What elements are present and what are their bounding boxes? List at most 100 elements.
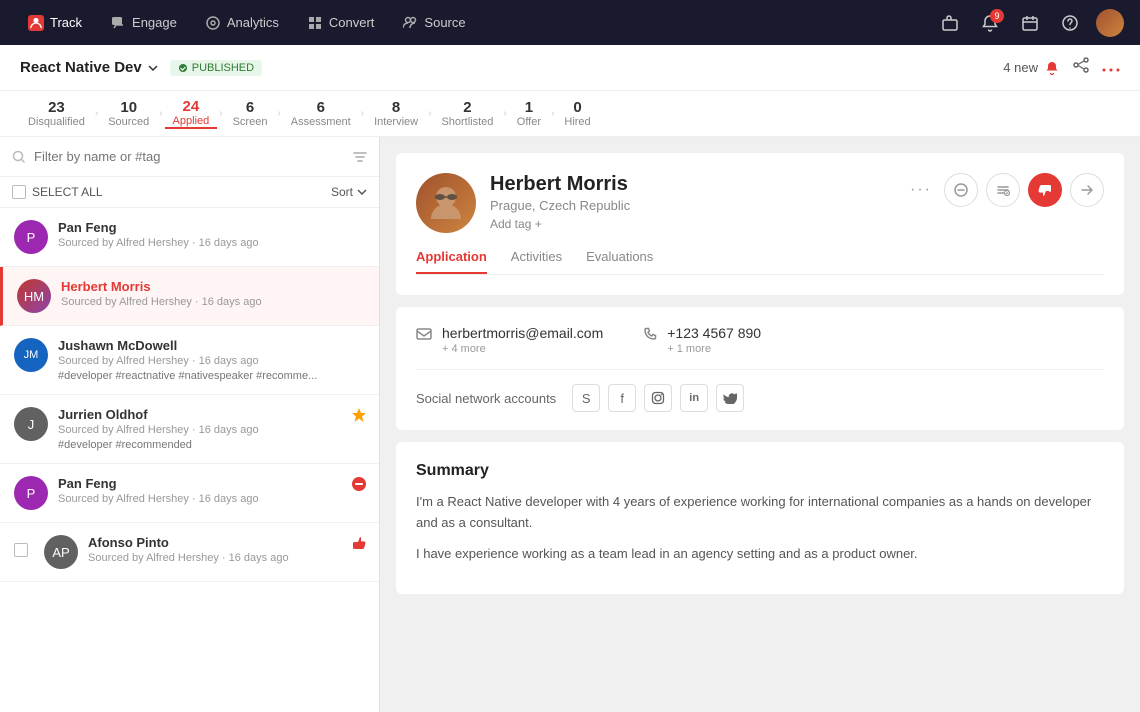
skype-icon[interactable]: S [572,384,600,412]
user-avatar[interactable] [1096,9,1124,37]
select-sort-bar: SELECT ALL Sort [0,177,379,208]
share-button[interactable] [1072,56,1090,79]
stage-count-offer: 1 [517,99,541,116]
checklist-button[interactable] [986,173,1020,207]
select-all-checkbox[interactable] [12,185,26,199]
candidate-header: Herbert Morris Prague, Czech Republic Ad… [416,173,1104,233]
forward-button[interactable] [1070,173,1104,207]
list-item[interactable]: J Jurrien Oldhof Sourced by Alfred Hersh… [0,395,379,464]
tab-application[interactable]: Application [416,249,487,274]
stage-label-screen: Screen [233,116,268,128]
candidate-checkbox[interactable] [14,543,28,557]
list-item[interactable]: JM Jushawn McDowell Sourced by Alfred He… [0,326,379,395]
stage-arrow-3: › [219,108,222,119]
stage-offer[interactable]: 1 Offer [509,99,549,128]
convert-icon [307,15,323,31]
select-all-label[interactable]: SELECT ALL [12,185,103,199]
nav-track[interactable]: Track [16,9,94,37]
candidate-name: Jurrien Oldhof [58,407,365,422]
new-notifications[interactable]: 4 new [1003,60,1060,76]
stage-label-assessment: Assessment [291,116,351,128]
search-input[interactable] [34,149,345,164]
candidate-meta: Sourced by Alfred Hershey · 16 days ago [61,296,365,308]
sort-button[interactable]: Sort [331,185,367,199]
stage-count-hired: 0 [564,99,590,116]
filter-icon[interactable] [353,150,367,164]
list-item[interactable]: P Pan Feng Sourced by Alfred Hershey · 1… [0,208,379,267]
nav-items-left: Track Engage Analytics Convert Source [16,9,478,37]
stage-shortlisted[interactable]: 2 Shortlisted [433,99,501,128]
more-actions-button[interactable]: ··· [906,181,936,199]
list-item[interactable]: AP Afonso Pinto Sourced by Alfred Hershe… [0,523,379,582]
candidate-avatar: HM [17,279,51,313]
stage-arrow-8: › [551,108,554,119]
add-tag-button[interactable]: Add tag + [490,217,630,231]
nav-engage[interactable]: Engage [98,9,189,37]
summary-card: Summary I'm a React Native developer wit… [396,442,1124,594]
stage-arrow-5: › [361,108,364,119]
candidate-phone: +123 4567 890 [667,325,761,341]
nav-track-label: Track [50,15,82,30]
stage-label-disqualified: Disqualified [28,116,85,128]
tab-evaluations[interactable]: Evaluations [586,249,653,274]
email-contact: herbertmorris@email.com + 4 more [416,325,603,355]
more-options-button[interactable] [1102,59,1120,77]
disqualify-button[interactable] [944,173,978,207]
stage-arrow: › [95,108,98,119]
stage-count-disqualified: 23 [28,99,85,116]
stage-count-screen: 6 [233,99,268,116]
candidate-info: Afonso Pinto Sourced by Alfred Hershey ·… [88,535,365,564]
job-subheader: React Native Dev PUBLISHED 4 new [0,45,1140,91]
nav-right-actions: 9 [936,9,1124,37]
main-content: SELECT ALL Sort P Pan Feng Sourced by Al… [0,137,1140,712]
stage-interview[interactable]: 8 Interview [366,99,426,128]
top-navigation: Track Engage Analytics Convert Source [0,0,1140,45]
candidate-full-name: Herbert Morris [490,173,630,196]
nav-source[interactable]: Source [390,9,477,37]
thumbsup-badge [351,535,367,556]
nav-convert[interactable]: Convert [295,9,387,37]
thumbsdown-button[interactable] [1028,173,1062,207]
nav-analytics[interactable]: Analytics [193,9,291,37]
stage-label-interview: Interview [374,116,418,128]
candidate-info: Herbert Morris Sourced by Alfred Hershey… [61,279,365,308]
stage-hired[interactable]: 0 Hired [556,99,598,128]
help-icon[interactable] [1056,9,1084,37]
analytics-icon [205,15,221,31]
search-icon [12,150,26,164]
stage-count-sourced: 10 [108,99,149,116]
stage-sourced[interactable]: 10 Sourced [100,99,157,128]
stage-screen[interactable]: 6 Screen [225,99,276,128]
twitter-icon[interactable] [716,384,744,412]
candidates-panel: SELECT ALL Sort P Pan Feng Sourced by Al… [0,137,380,712]
disqualify-badge [351,476,367,497]
nav-convert-label: Convert [329,15,375,30]
nav-source-label: Source [424,15,465,30]
candidate-actions: ··· [906,173,1104,207]
facebook-icon[interactable]: f [608,384,636,412]
candidate-info: Pan Feng Sourced by Alfred Hershey · 16 … [58,220,365,249]
nav-engage-label: Engage [132,15,177,30]
list-item[interactable]: HM Herbert Morris Sourced by Alfred Hers… [0,267,379,326]
stage-count-shortlisted: 2 [441,99,493,116]
phone-more: + 1 more [667,343,761,355]
candidate-meta: Sourced by Alfred Hershey · 16 days ago [58,424,365,436]
tab-activities[interactable]: Activities [511,249,562,274]
calendar-icon[interactable] [1016,9,1044,37]
briefcase-icon[interactable] [936,9,964,37]
linkedin-icon[interactable]: in [680,384,708,412]
list-item[interactable]: P Pan Feng Sourced by Alfred Hershey · 1… [0,464,379,523]
candidate-tags: #developer #recommended [58,439,365,451]
stage-applied[interactable]: 24 Applied [165,98,218,129]
candidate-profile-card: Herbert Morris Prague, Czech Republic Ad… [396,153,1124,295]
stage-arrow-2: › [159,108,162,119]
stage-label-offer: Offer [517,116,541,128]
notification-bell-icon[interactable]: 9 [976,9,1004,37]
candidates-list: P Pan Feng Sourced by Alfred Hershey · 1… [0,208,379,712]
track-icon [28,15,44,31]
stage-assessment[interactable]: 6 Assessment [283,99,359,128]
stage-bar: 23 Disqualified › 10 Sourced › 24 Applie… [0,91,1140,137]
instagram-icon[interactable] [644,384,672,412]
job-title-dropdown[interactable]: React Native Dev [20,59,158,76]
stage-disqualified[interactable]: 23 Disqualified [20,99,93,128]
